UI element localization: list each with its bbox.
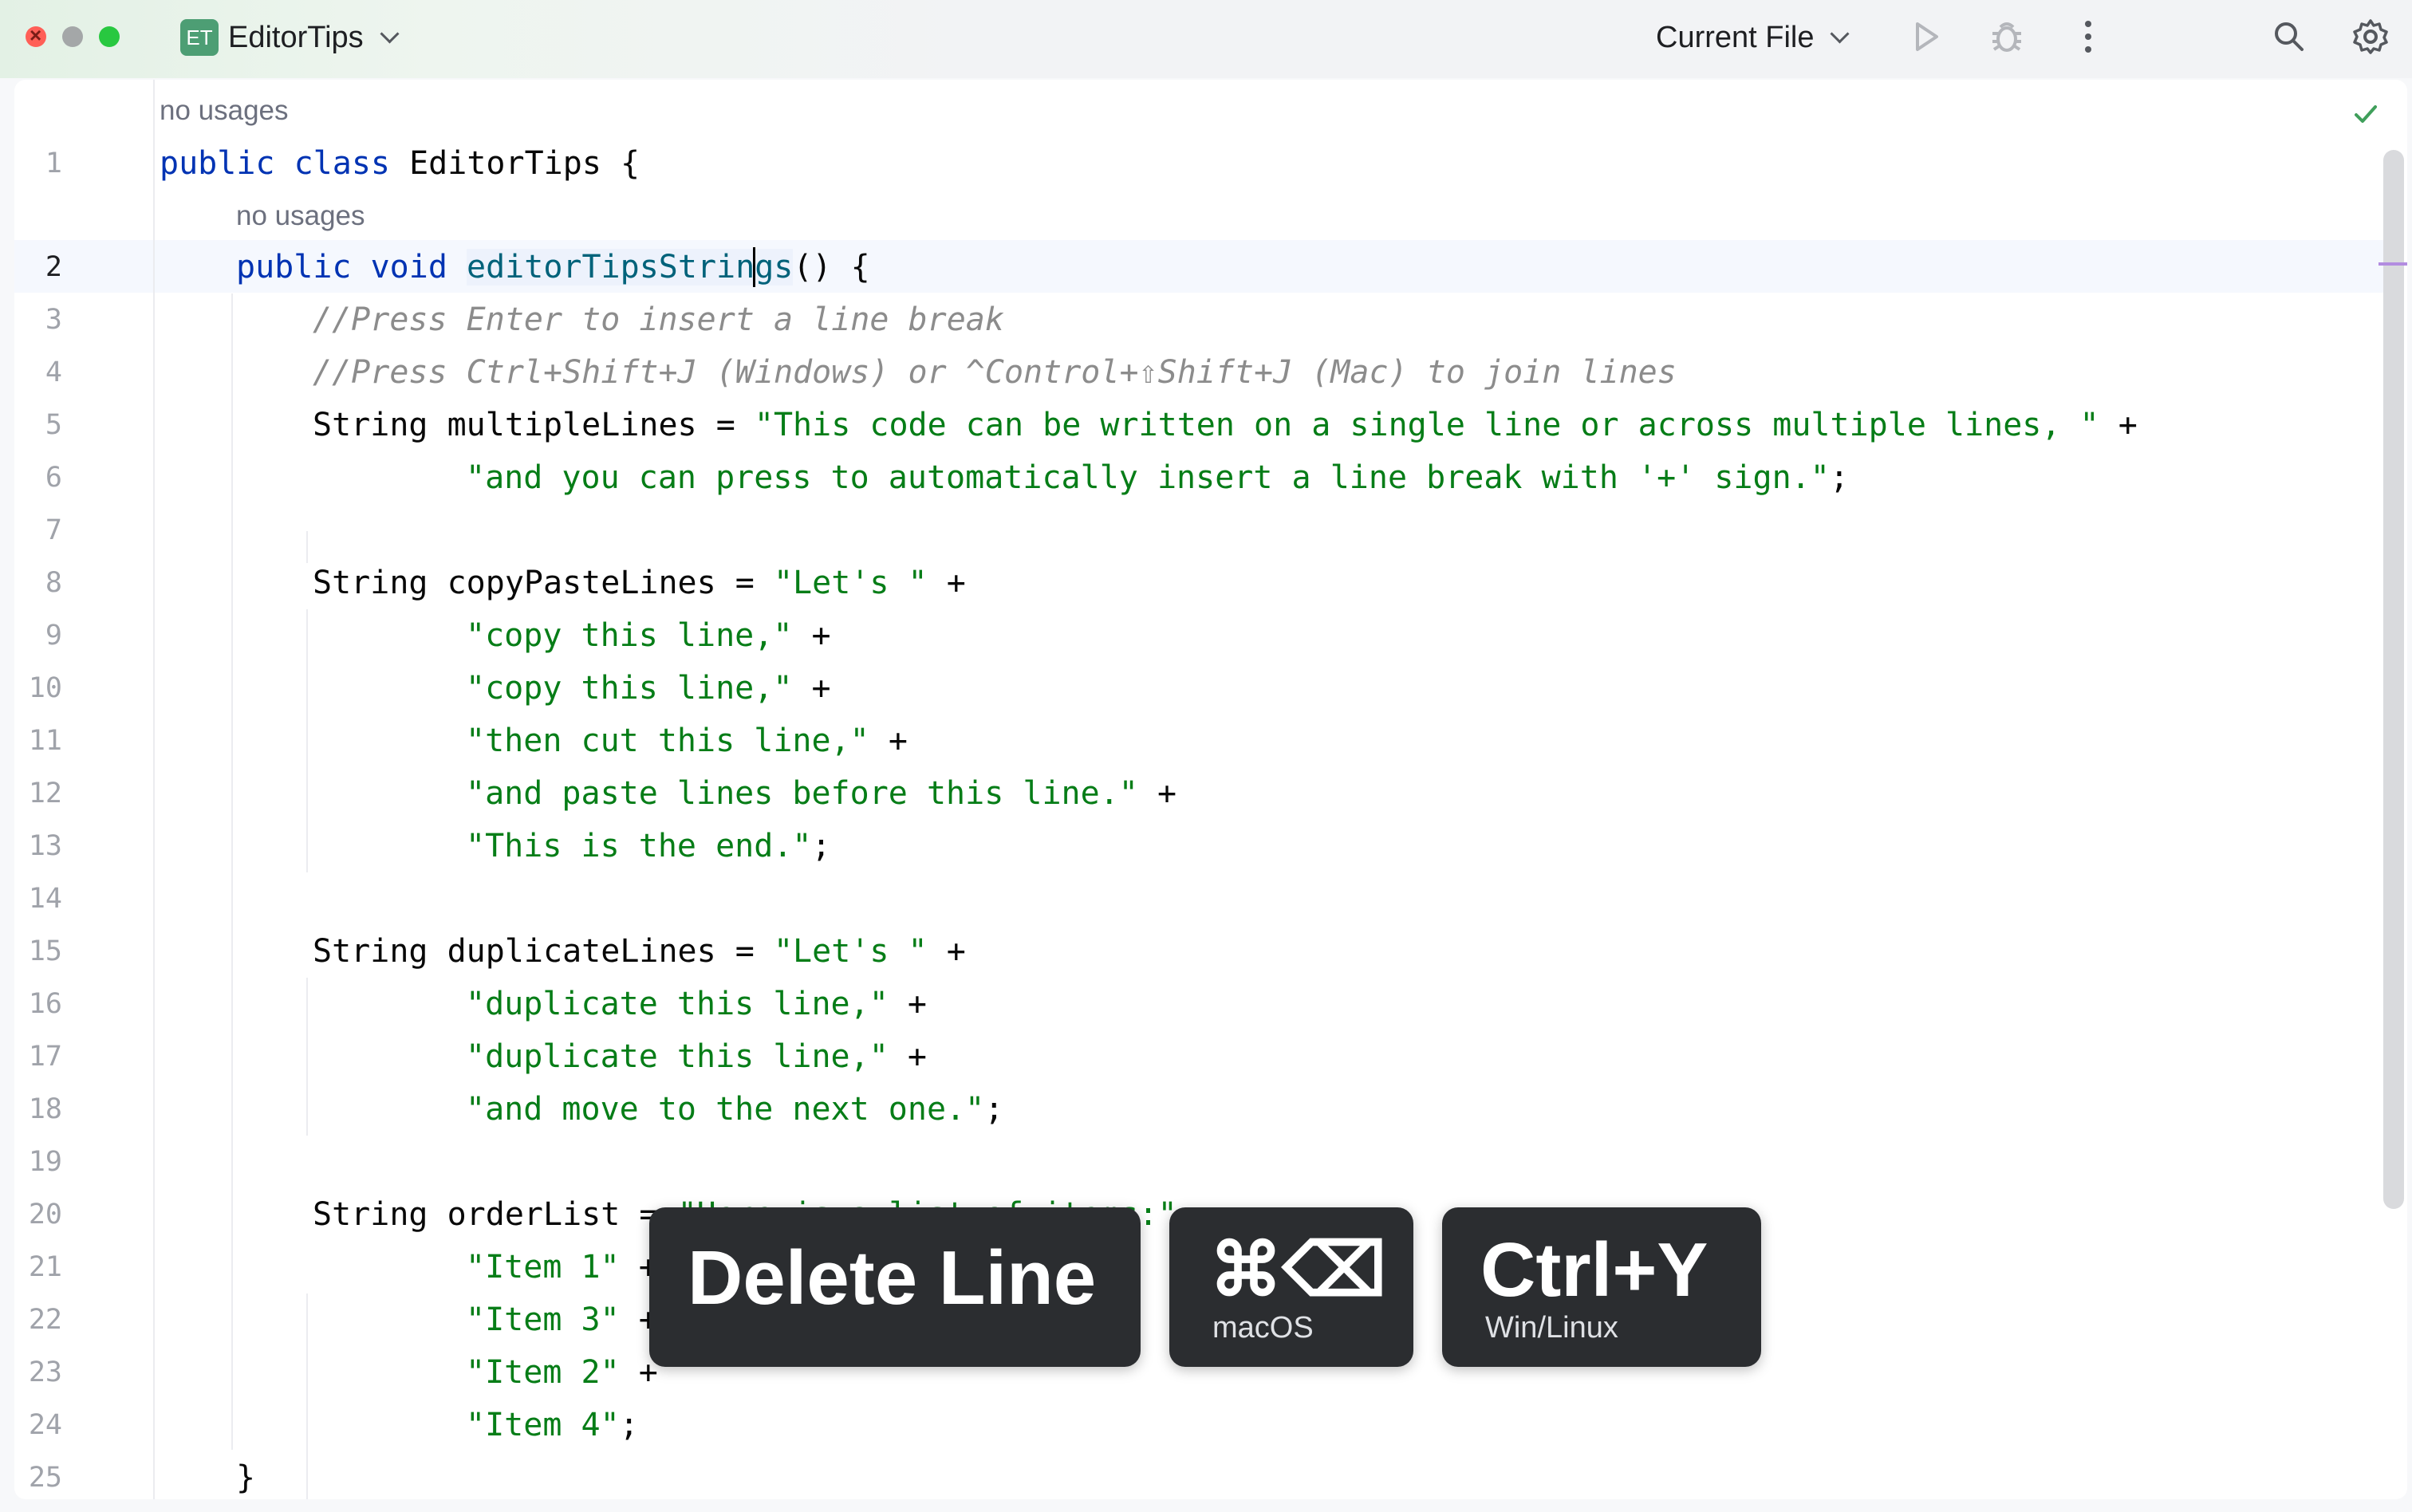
line-number: 17 bbox=[28, 1041, 62, 1073]
win-shortcut-hint: Ctrl+Y Win/Linux bbox=[1442, 1207, 1761, 1367]
code-line: "and paste lines before this line." + bbox=[466, 775, 1177, 812]
line-number: 22 bbox=[28, 1304, 62, 1336]
chevron-down-icon[interactable] bbox=[1830, 24, 1850, 44]
code-line: "Item 1" + bbox=[466, 1249, 658, 1286]
action-name: Delete Line bbox=[688, 1235, 1097, 1321]
mac-shortcut-keys: ⌘⌫ bbox=[1209, 1230, 1387, 1311]
chevron-down-icon[interactable] bbox=[380, 24, 400, 44]
minimize-window-button[interactable] bbox=[62, 26, 83, 47]
line-number: 2 bbox=[45, 251, 62, 283]
code-line: "copy this line," + bbox=[466, 617, 831, 654]
line-number: 16 bbox=[28, 988, 62, 1020]
line-number: 13 bbox=[28, 830, 62, 862]
win-shortcut-keys: Ctrl+Y bbox=[1480, 1227, 1708, 1313]
indent-guide bbox=[306, 609, 308, 872]
code-comment: //Press Enter to insert a line break bbox=[313, 301, 1004, 338]
code-line: "Item 3" + bbox=[466, 1301, 658, 1338]
line-number: 4 bbox=[45, 356, 62, 388]
check-icon[interactable] bbox=[2351, 100, 2380, 129]
code-line: } bbox=[236, 1459, 256, 1496]
line-number: 25 bbox=[28, 1462, 62, 1494]
line-number: 20 bbox=[28, 1199, 62, 1230]
line-number: 1 bbox=[45, 148, 62, 179]
line-number: 5 bbox=[45, 409, 62, 441]
line-number: 11 bbox=[28, 725, 62, 757]
usages-inlay-hint[interactable]: no usages bbox=[236, 190, 365, 242]
scroll-marker bbox=[2378, 262, 2407, 266]
code-line: "Item 2" + bbox=[466, 1354, 658, 1391]
mac-shortcut-hint: ⌘⌫ macOS bbox=[1169, 1207, 1413, 1367]
line-number: 15 bbox=[28, 935, 62, 967]
line-number: 19 bbox=[28, 1146, 62, 1178]
settings-icon[interactable] bbox=[2347, 13, 2394, 61]
code-line: String duplicateLines = "Let's " + bbox=[313, 933, 966, 970]
line-number: 10 bbox=[28, 672, 62, 704]
gutter-separator bbox=[153, 80, 155, 1499]
method-name-highlight: editorTipsStrings bbox=[466, 249, 794, 285]
run-icon[interactable] bbox=[1902, 13, 1949, 61]
code-line: "Item 4"; bbox=[466, 1407, 639, 1443]
line-number: 7 bbox=[45, 514, 62, 546]
code-line: "and you can press to automatically inse… bbox=[466, 459, 1849, 496]
win-shortcut-label: Win/Linux bbox=[1485, 1311, 1618, 1345]
text-caret bbox=[753, 247, 755, 287]
indent-guide bbox=[306, 978, 308, 1136]
code-comment: //Press Ctrl+Shift+J (Windows) or ^Contr… bbox=[313, 354, 1677, 391]
action-name-hint: Delete Line bbox=[649, 1207, 1141, 1367]
code-line: "and move to the next one."; bbox=[466, 1091, 1004, 1128]
indent-guide bbox=[231, 293, 233, 1450]
line-number: 6 bbox=[45, 462, 62, 494]
code-line: "then cut this line," + bbox=[466, 723, 908, 759]
mac-shortcut-label: macOS bbox=[1212, 1311, 1314, 1345]
code-line: String multipleLines = "This code can be… bbox=[313, 407, 2138, 443]
indent-guide bbox=[306, 1293, 308, 1499]
run-configuration-dropdown[interactable]: Current File bbox=[1656, 19, 1815, 56]
code-line: String copyPasteLines = "Let's " + bbox=[313, 565, 966, 601]
code-line: "duplicate this line," + bbox=[466, 986, 927, 1022]
code-line: "copy this line," + bbox=[466, 670, 831, 707]
usages-inlay-hint[interactable]: no usages bbox=[160, 85, 289, 137]
project-name-dropdown[interactable]: EditorTips bbox=[228, 19, 364, 56]
line-number: 23 bbox=[28, 1356, 62, 1388]
line-number: 3 bbox=[45, 304, 62, 336]
zoom-window-button[interactable] bbox=[99, 26, 120, 47]
line-number: 18 bbox=[28, 1093, 62, 1125]
line-number: 9 bbox=[45, 620, 62, 652]
close-window-button[interactable] bbox=[26, 23, 46, 48]
line-number: 21 bbox=[28, 1251, 62, 1283]
project-badge[interactable]: ET bbox=[180, 19, 219, 56]
vertical-scrollbar[interactable] bbox=[2383, 150, 2404, 1209]
more-icon[interactable] bbox=[2064, 13, 2112, 61]
indent-guide bbox=[306, 531, 308, 563]
code-line: "This is the end."; bbox=[466, 828, 831, 864]
line-number: 14 bbox=[28, 883, 62, 915]
debug-icon[interactable] bbox=[1983, 13, 2031, 61]
search-icon[interactable] bbox=[2265, 13, 2313, 61]
code-line: public class EditorTips { bbox=[160, 145, 640, 182]
code-line: public void editorTipsStrings() { bbox=[236, 249, 870, 285]
code-line: "duplicate this line," + bbox=[466, 1038, 927, 1075]
line-number: 12 bbox=[28, 778, 62, 809]
title-bar: ET EditorTips Current File bbox=[0, 0, 2412, 78]
line-number: 24 bbox=[28, 1409, 62, 1441]
line-number: 8 bbox=[45, 567, 62, 599]
